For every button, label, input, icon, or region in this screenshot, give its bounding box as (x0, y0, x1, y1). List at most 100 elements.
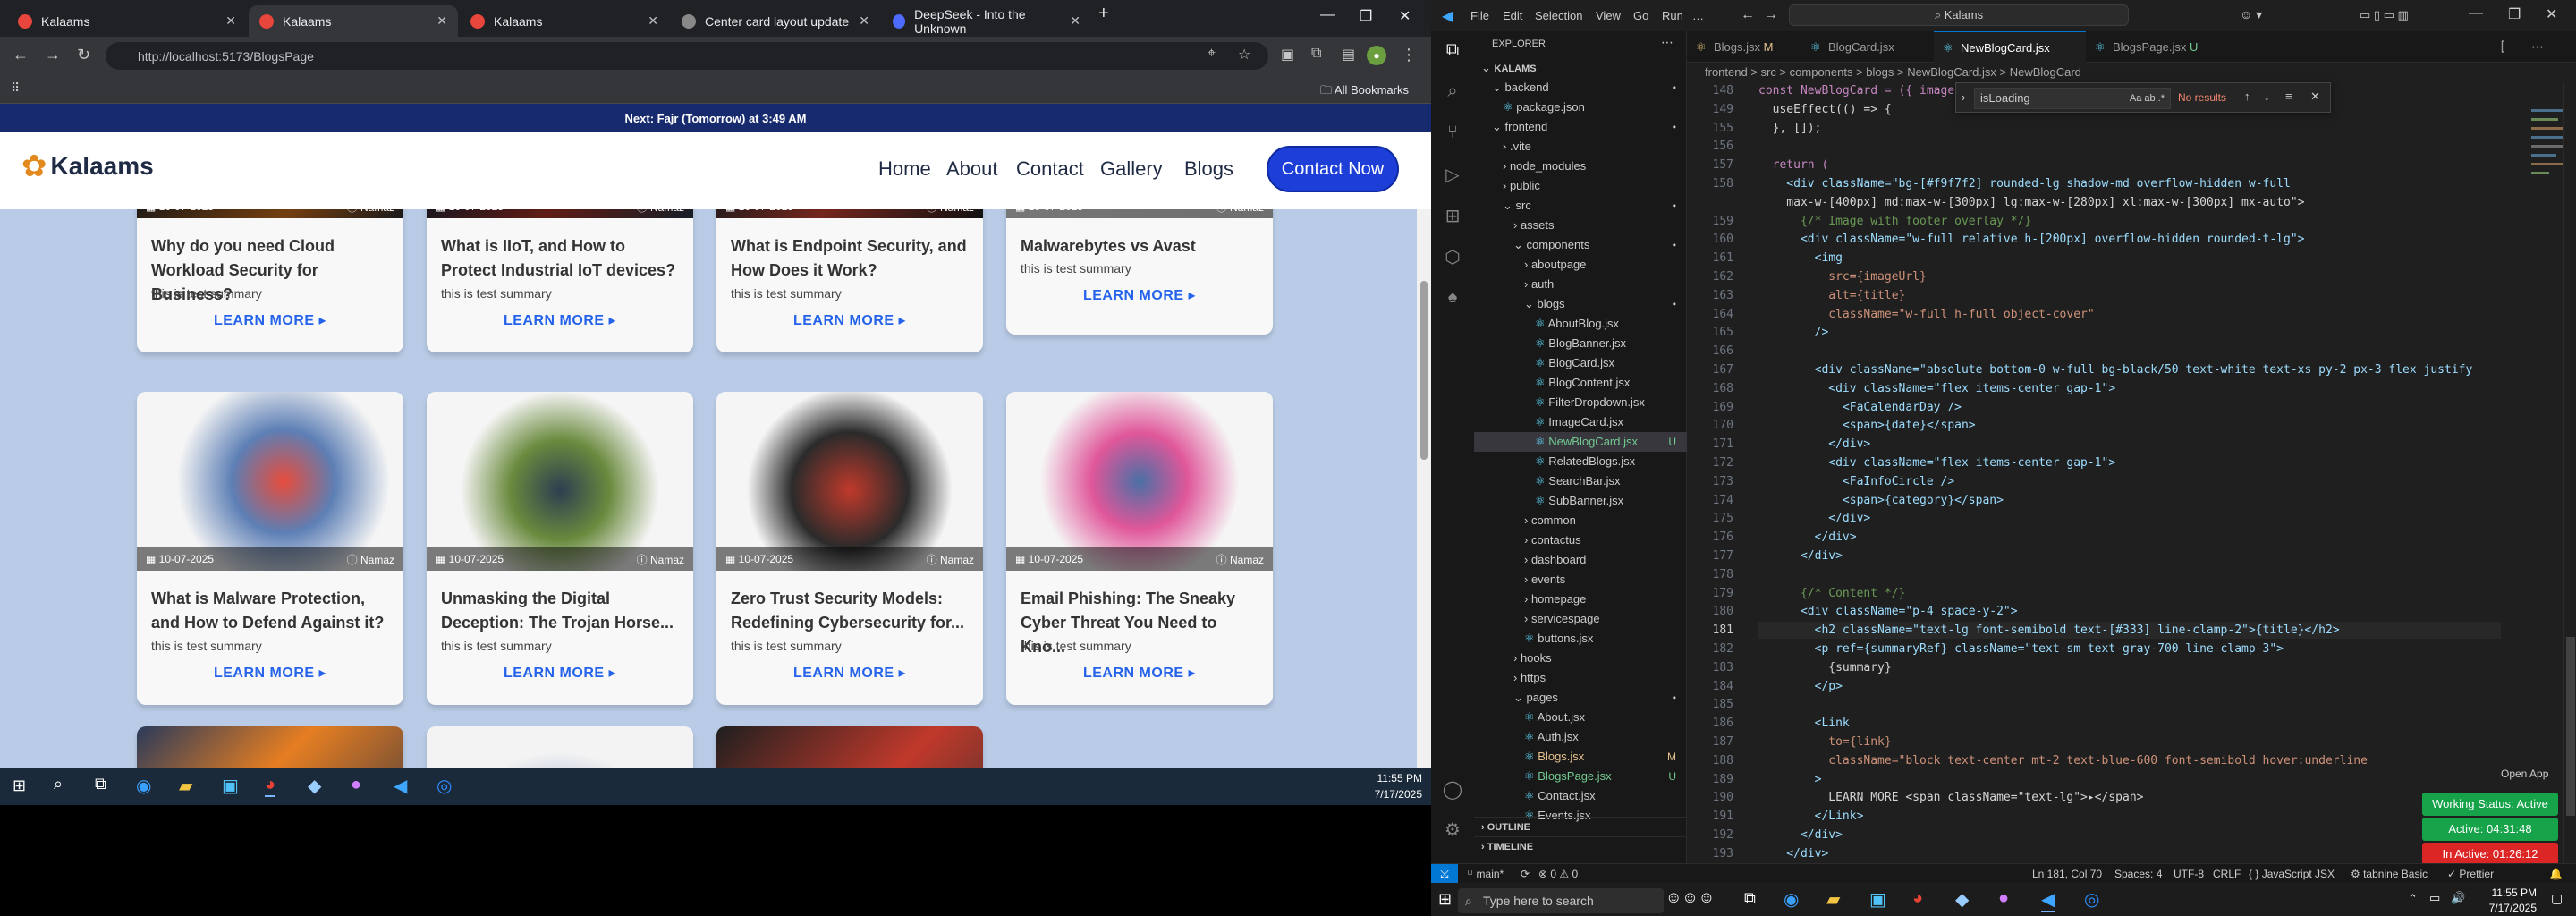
tree-item[interactable]: › contactus (1474, 530, 1687, 550)
nav-about[interactable]: About (946, 157, 998, 181)
code-editor[interactable]: 148 149 155 156 157 158 159 160 161 162 163 164 165 1… (1687, 82, 2576, 916)
nav-contact[interactable]: Contact (1016, 157, 1084, 181)
nav-back-icon[interactable]: ← (1741, 7, 1755, 23)
code-line[interactable]: {summary} (1758, 659, 2501, 676)
code-line[interactable]: <FaInfoCircle /> (1758, 473, 2501, 490)
prettier-status[interactable]: ✓ Prettier (2447, 864, 2494, 884)
tree-item[interactable]: › node_modules (1474, 157, 1687, 176)
puzzle-icon[interactable]: ⧉ (1311, 46, 1321, 62)
editor-tab[interactable]: ⚛ BlogsPage.jsx U (2086, 31, 2220, 63)
tree-item[interactable]: ⚛ ImageCard.jsx (1474, 412, 1687, 432)
windows-start-icon[interactable]: ⊞ (1438, 890, 1452, 909)
nav-forward-icon[interactable]: → (1764, 7, 1778, 23)
nav-gallery[interactable]: Gallery (1100, 157, 1163, 181)
chrome-icon[interactable]: ◕ (265, 775, 276, 797)
editor-tab-active[interactable]: ⚛NewBlogCard.jsx U✕ (1934, 31, 2086, 86)
maximize-icon[interactable]: ❐ (1360, 7, 1372, 25)
code-line[interactable]: <div className="w-full relative h-[200px… (1758, 231, 2501, 248)
code-line[interactable]: <div className="flex items-center gap-1"… (1758, 380, 2501, 397)
code-line[interactable]: <div className="flex items-center gap-1"… (1758, 454, 2501, 471)
find-input[interactable]: isLoading Aa ab .* (1974, 88, 2171, 109)
tree-item[interactable]: › hooks (1474, 649, 1687, 668)
code-line[interactable]: }, []); (1758, 120, 2501, 137)
code-line[interactable]: max-w-[400px] md:max-w-[300px] lg:max-w-… (1758, 194, 2501, 211)
code-lines[interactable]: const NewBlogCard = ({ imageUrl, title, … (1758, 82, 2510, 863)
encoding[interactable]: UTF-8 (2174, 864, 2204, 884)
mongodb-icon[interactable]: ♠ (1442, 287, 1463, 309)
reload-icon[interactable]: ↻ (77, 46, 90, 64)
chrome-icon[interactable]: ◕ (1912, 888, 1923, 909)
code-line[interactable]: <FaCalendarDay /> (1758, 399, 2501, 416)
menu-go[interactable]: Go (1633, 9, 1648, 22)
source-control-icon[interactable]: ⑂ (1442, 123, 1463, 144)
code-line[interactable]: <h2 className="text-lg font-semibold tex… (1758, 622, 2501, 639)
blog-card[interactable]: ▦ 10-07-2025 ⓘ Namaz Unmasking the Digital… (427, 392, 693, 705)
tree-item[interactable]: ⚛ BlogsPage.jsx U (1474, 767, 1687, 786)
remote-indicator-icon[interactable]: ⤩ (1431, 864, 1458, 884)
code-line[interactable]: <div className="bg-[#f9f7f2] rounded-lg … (1758, 175, 2501, 192)
close-window-icon[interactable]: ✕ (2546, 5, 2557, 23)
tree-item[interactable]: ⚛ Contact.jsx (1474, 786, 1687, 806)
menu-file[interactable]: File (1470, 9, 1489, 22)
blog-card[interactable]: ▦ 10-07-2025 ⓘ Namaz What is Endpoint Secu… (716, 209, 983, 352)
minimize-icon[interactable]: — (1320, 7, 1335, 23)
tree-item[interactable]: › dashboard (1474, 550, 1687, 570)
code-line[interactable] (1758, 343, 2501, 360)
code-line[interactable]: <Link (1758, 715, 2501, 732)
branch-indicator[interactable]: ⑂ main* (1467, 864, 1504, 884)
blog-card[interactable]: ▦ 10-07-2025 ⓘ Namaz Malwarebytes vs Avast… (1006, 209, 1273, 335)
run-debug-icon[interactable]: ▷ (1442, 164, 1463, 185)
code-line[interactable]: <p ref={summaryRef} className="text-sm t… (1758, 640, 2501, 657)
tree-item[interactable]: ⌄ components • (1474, 235, 1687, 255)
learn-more-link[interactable]: LEARN MORE ▸ (137, 311, 403, 329)
code-line[interactable]: <span>{date}</span> (1758, 417, 2501, 434)
copilot-icon[interactable]: ☺ ▾ (2240, 7, 2262, 22)
match-case-icon[interactable]: Aa ab .* (2130, 89, 2165, 108)
next-match-icon[interactable]: ↓ (2264, 89, 2270, 103)
tree-item[interactable]: › public (1474, 176, 1687, 196)
minimize-icon[interactable]: — (2469, 5, 2483, 21)
scrollbar-thumb[interactable] (1420, 281, 1428, 460)
blog-card[interactable]: ▦ 10-07-2025ⓘ NamazWhy do you need Cloud… (137, 209, 403, 352)
tree-item[interactable]: ⌄ pages • (1474, 688, 1687, 708)
new-tab-icon[interactable]: + (1098, 4, 1109, 24)
tree-item[interactable]: › aboutpage (1474, 255, 1687, 275)
notification-center-icon[interactable]: ▢ (2551, 891, 2563, 906)
code-line[interactable]: </div> (1758, 547, 2501, 564)
apps-icon[interactable]: ⠿ (11, 81, 20, 96)
code-line[interactable]: className="w-full h-full object-cover" (1758, 306, 2501, 323)
tree-item[interactable]: › servicespage (1474, 609, 1687, 629)
code-line[interactable] (1758, 566, 2501, 583)
blog-card[interactable]: ▦ 10-07-2025 ⓘ Namaz What is IIoT, and How… (427, 209, 693, 352)
extension-icon[interactable]: ▣ (1281, 46, 1294, 64)
zoom-icon[interactable]: ◎ (2084, 888, 2099, 911)
notifications-bell-icon[interactable]: 🔔 (2549, 864, 2563, 884)
language-mode[interactable]: { } JavaScript JSX (2249, 864, 2334, 884)
learn-more-link[interactable]: LEARN MORE ▸ (427, 664, 693, 682)
tree-item[interactable]: ⚛ BlogCard.jsx (1474, 353, 1687, 373)
settings-gear-icon[interactable]: ⚙ (1442, 818, 1463, 840)
sync-icon[interactable]: ⟳ (1521, 864, 1530, 884)
code-line[interactable] (1758, 138, 2501, 155)
code-line[interactable]: {/* Content */} (1758, 585, 2501, 602)
tree-item[interactable]: ⚛ NewBlogCard.jsx U (1474, 432, 1687, 452)
tree-item[interactable]: › assets (1474, 216, 1687, 235)
blog-card[interactable]: ▦ 10-07-2025 ⓘ Namaz Zero Trust Security M… (716, 392, 983, 705)
blog-card[interactable]: ▦ 10-07-2025 ⓘ Namaz Email Phishing: The S… (1006, 392, 1273, 705)
edge-icon[interactable]: ◉ (136, 775, 151, 797)
code-line[interactable]: </div> (1758, 436, 2501, 453)
menu-icon[interactable]: ⋮ (1401, 46, 1417, 64)
close-tab-icon[interactable]: ✕ (436, 13, 447, 29)
learn-more-link[interactable]: LEARN MORE ▸ (716, 664, 983, 682)
chevron-right-icon[interactable]: › (1962, 90, 1965, 104)
code-line[interactable] (1758, 696, 2501, 713)
search-icon[interactable]: ⌕ (54, 775, 63, 793)
outline-section[interactable]: › OUTLINE (1474, 817, 1687, 836)
tree-item[interactable]: › auth (1474, 275, 1687, 294)
code-line[interactable]: /> (1758, 324, 2501, 341)
task-view-icon[interactable]: ⧉ (95, 775, 106, 793)
end-of-line[interactable]: CRLF (2213, 864, 2241, 884)
code-line[interactable]: to={link} (1758, 734, 2501, 751)
indentation[interactable]: Spaces: 4 (2114, 864, 2162, 884)
learn-more-link[interactable]: LEARN MORE ▸ (1006, 664, 1273, 682)
